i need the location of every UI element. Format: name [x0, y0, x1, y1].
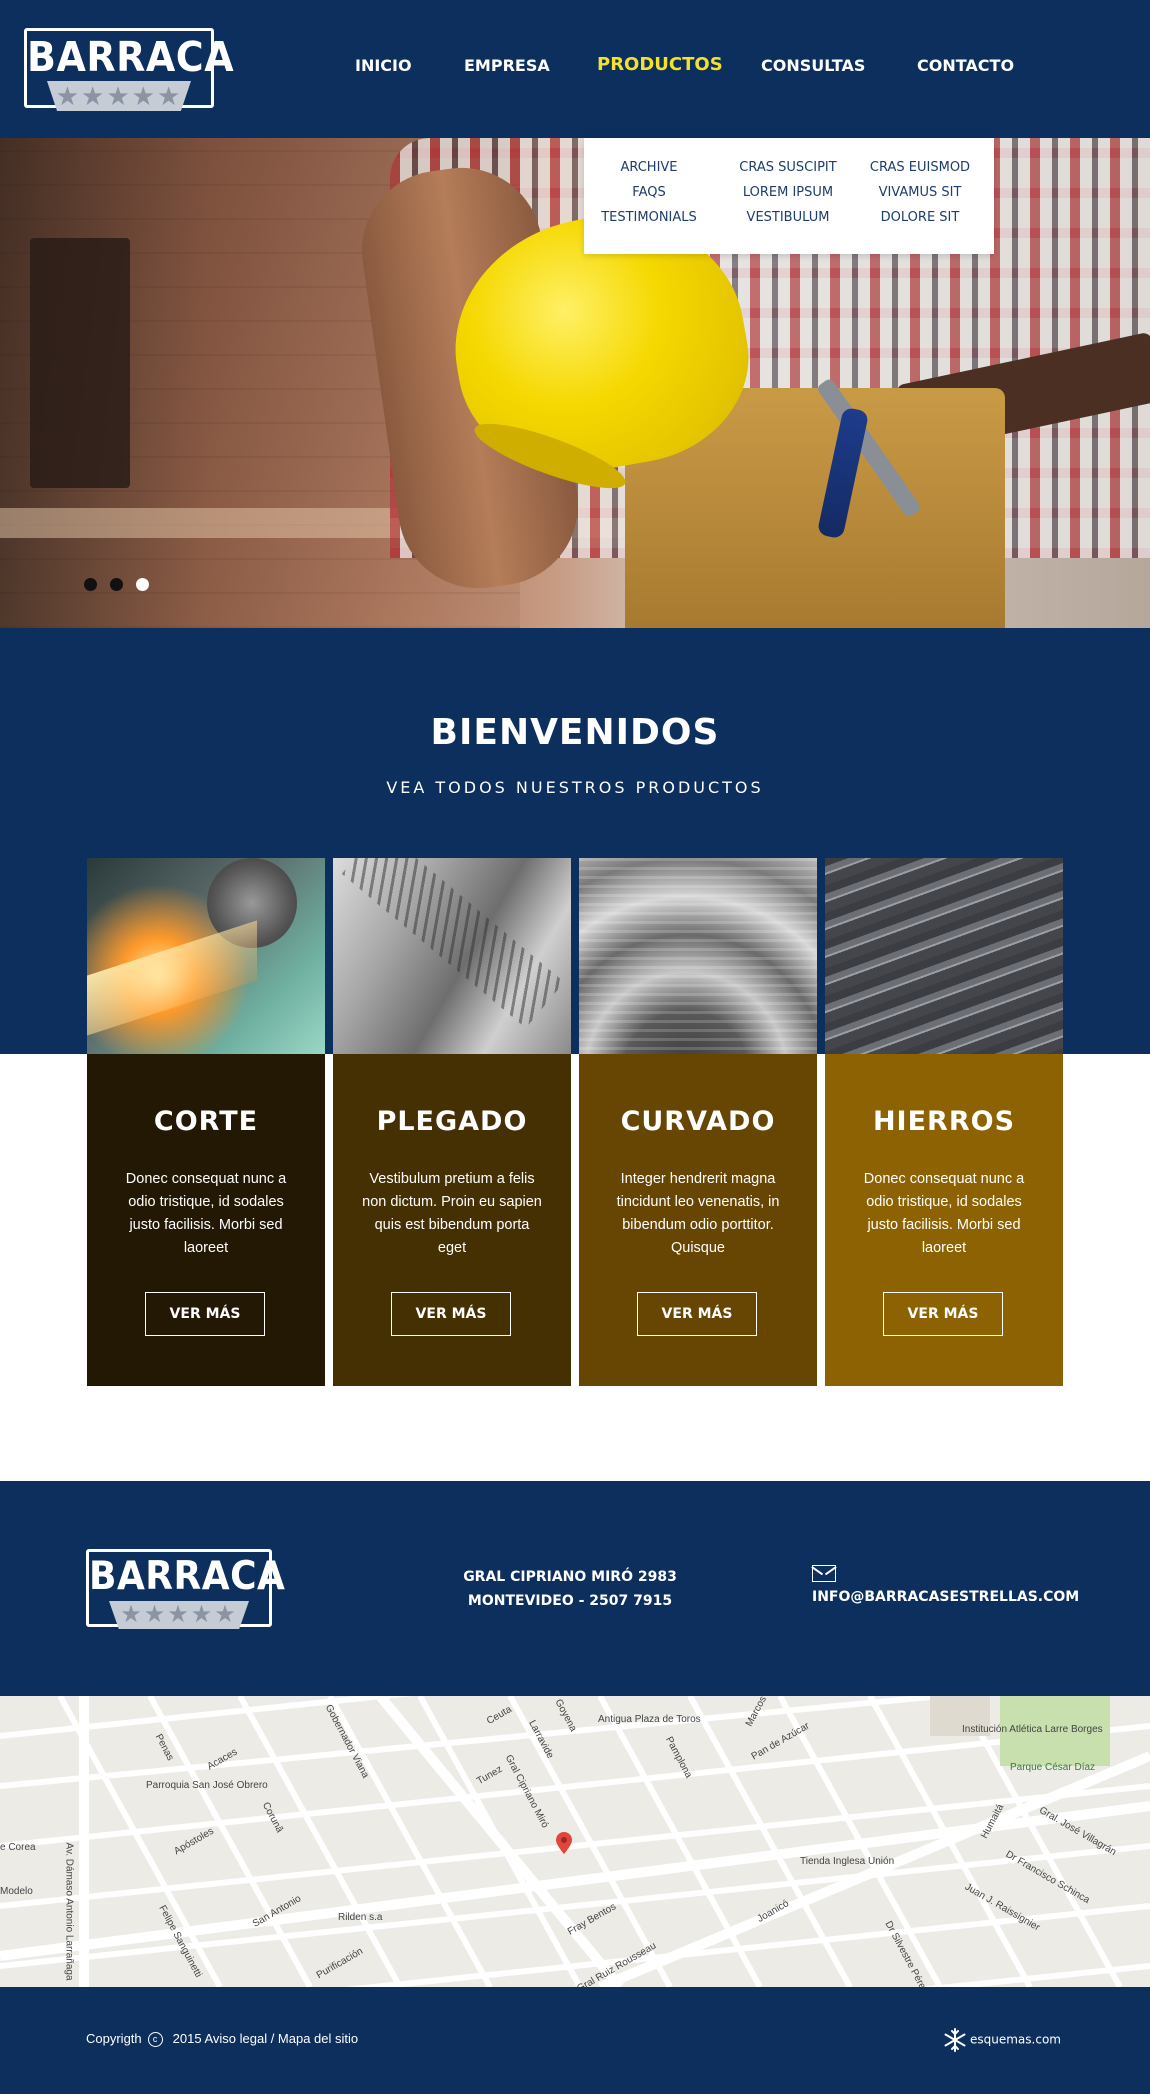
copyright-icon: c: [147, 2032, 163, 2048]
map-label: Modelo: [0, 1886, 33, 1897]
product-card-corte: CORTE Donec consequat nunc a odio tristi…: [87, 858, 325, 1386]
product-title: CORTE: [153, 1106, 259, 1137]
curvado-image: [579, 858, 817, 1054]
welcome-subtitle[interactable]: VEA TODOS NUESTROS PRODUCTOS: [0, 778, 1150, 797]
logo-stars-icon: ★★★★★: [109, 1601, 249, 1629]
dropdown-item-cras-euismod[interactable]: CRAS EUISMOD: [855, 160, 985, 175]
map-label: Tienda Inglesa Unión: [800, 1856, 895, 1867]
map-label: Av. Dámaso Antonio Larrañaga: [63, 1842, 75, 1981]
hierros-image: [825, 858, 1063, 1054]
footer-email-link[interactable]: INFO@BARRACASESTRELLAS.COM: [812, 1589, 1079, 1605]
dropdown-item-faqs[interactable]: FAQS: [584, 185, 714, 200]
map-label: Parroquia San José Obrero: [146, 1780, 268, 1791]
hero-window: [30, 238, 130, 488]
corte-image: [87, 858, 325, 1054]
product-card-plegado: PLEGADO Vestibulum pretium a felis non d…: [333, 858, 571, 1386]
address-line-2: MONTEVIDEO - 2507 7915: [467, 1593, 673, 1609]
nav-item-productos[interactable]: PRODUCTOS: [597, 54, 723, 75]
map-pin-icon[interactable]: [556, 1832, 572, 1854]
legal-links[interactable]: 2015 Aviso legal / Mapa del sitio: [173, 2031, 359, 2046]
bottom-bar: Copyrigth c 2015 Aviso legal / Mapa del si…: [0, 1987, 1150, 2094]
dropdown-item-testimonials[interactable]: TESTIMONIALS: [584, 210, 714, 225]
copyright-word: Copyrigth: [86, 2031, 142, 2046]
nav-item-empresa[interactable]: EMPRESA: [464, 56, 550, 75]
dropdown-item-vivamus-sit[interactable]: VIVAMUS SIT: [855, 185, 985, 200]
slider-dot-1[interactable]: [84, 578, 97, 591]
map-label: Parque César Díaz: [1010, 1762, 1096, 1773]
nav-item-contacto[interactable]: CONTACTO: [917, 56, 1014, 75]
nav-item-inicio[interactable]: INICIO: [355, 56, 412, 75]
site-footer: BARRACA ★★★★★ GRAL CIPRIANO MIRÓ 2983 MO…: [0, 1481, 1150, 1696]
dropdown-item-archive[interactable]: ARCHIVE: [584, 160, 714, 175]
product-card-hierros: HIERROS Donec consequat nunc a odio tris…: [825, 858, 1063, 1386]
copyright: Copyrigth c 2015 Aviso legal / Mapa del si…: [86, 2031, 359, 2048]
address-line-1: GRAL CIPRIANO MIRÓ 2983: [463, 1569, 677, 1585]
map-label: e Corea: [0, 1842, 36, 1853]
map-streets: [0, 1696, 1150, 1987]
nav-item-consultas[interactable]: CONSULTAS: [761, 56, 865, 75]
product-title: CURVADO: [620, 1106, 776, 1137]
dropdown-item-dolore-sit[interactable]: DOLORE SIT: [855, 210, 985, 225]
steel-rings: [579, 858, 817, 1054]
snowflake-icon: [944, 2028, 966, 2052]
dropdown-item-lorem-ipsum[interactable]: LOREM IPSUM: [723, 185, 853, 200]
product-card-body: CORTE Donec consequat nunc a odio tristi…: [87, 1054, 325, 1386]
product-card-body: CURVADO Integer hendrerit magna tincidun…: [579, 1054, 817, 1386]
footer-logo[interactable]: BARRACA ★★★★★: [86, 1549, 286, 1629]
main-nav: INICIO EMPRESA PRODUCTOS CONSULTAS CONTA…: [0, 54, 1150, 80]
logo-stars-icon: ★★★★★: [47, 81, 191, 111]
productos-dropdown: ARCHIVE FAQS TESTIMONIALS CRAS SUSCIPIT …: [584, 138, 994, 254]
site-header: BARRACA ★★★★★ INICIO EMPRESA PRODUCTOS C…: [0, 0, 1150, 138]
esquemas-credit-link[interactable]: esquemas.com: [942, 2027, 1061, 2053]
slider-dot-2[interactable]: [110, 578, 123, 591]
steel-angles: [341, 858, 565, 1029]
credit-text: esquemas.com: [970, 2032, 1061, 2047]
product-title: HIERROS: [872, 1106, 1016, 1137]
sparks: [87, 920, 257, 1036]
ver-mas-button[interactable]: VER MÁS: [391, 1292, 511, 1336]
logo-text: BARRACA: [89, 1554, 286, 1599]
dropdown-item-cras-suscipit[interactable]: CRAS SUSCIPIT: [723, 160, 853, 175]
product-card-body: PLEGADO Vestibulum pretium a felis non d…: [333, 1054, 571, 1386]
product-description: Vestibulum pretium a felis non dictum. P…: [362, 1171, 542, 1256]
dropdown-item-vestibulum[interactable]: VESTIBULUM: [723, 210, 853, 225]
product-title: PLEGADO: [376, 1106, 528, 1137]
ver-mas-button[interactable]: VER MÁS: [145, 1292, 265, 1336]
product-card-body: HIERROS Donec consequat nunc a odio tris…: [825, 1054, 1063, 1386]
plegado-image: [333, 858, 571, 1054]
slider-dot-3[interactable]: [136, 578, 149, 591]
ver-mas-button[interactable]: VER MÁS: [637, 1292, 757, 1336]
ver-mas-button[interactable]: VER MÁS: [883, 1292, 1003, 1336]
map-label: Rilden s.a: [338, 1912, 383, 1923]
map-label: Institución Atlética Larre Borges: [962, 1724, 1103, 1735]
product-description: Donec consequat nunc a odio tristique, i…: [125, 1171, 287, 1256]
footer-address: GRAL CIPRIANO MIRÓ 2983 MONTEVIDEO - 250…: [420, 1565, 720, 1613]
product-description: Integer hendrerit magna tincidunt leo ve…: [616, 1171, 780, 1256]
location-map[interactable]: Antigua Plaza de Toros Institución Atlét…: [0, 1696, 1150, 1987]
product-description: Donec consequat nunc a odio tristique, i…: [863, 1171, 1025, 1256]
product-card-curvado: CURVADO Integer hendrerit magna tincidun…: [579, 858, 817, 1386]
envelope-icon: [812, 1565, 836, 1582]
welcome-title: BIENVENIDOS: [430, 712, 720, 753]
slider-dots: [84, 578, 154, 592]
map-label: Antigua Plaza de Toros: [598, 1714, 701, 1725]
